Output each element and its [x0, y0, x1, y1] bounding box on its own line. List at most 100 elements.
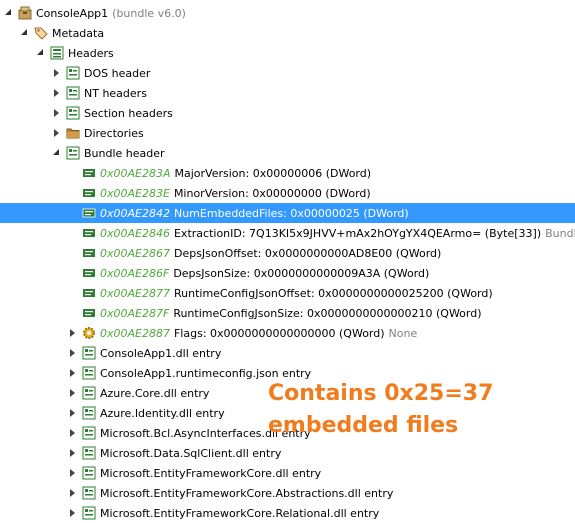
field-text: RuntimeConfigJsonOffset: 0x0000000000025… [173, 286, 493, 300]
collapse-arrow-icon[interactable] [20, 23, 30, 43]
struct-icon [66, 146, 80, 160]
collapse-arrow-icon[interactable] [4, 3, 14, 23]
field-address: 0x00AE286F [100, 266, 170, 280]
field-icon [82, 186, 96, 200]
field-text: MinorVersion: 0x00000000 (DWord) [173, 186, 371, 200]
field-icon [82, 286, 96, 300]
entry-node[interactable]: Microsoft.Data.SqlClient.dll entry [0, 443, 575, 463]
tree-node-directories[interactable]: Directories [0, 123, 575, 143]
expand-arrow-icon[interactable] [68, 403, 78, 423]
field-extraction-id[interactable]: 0x00AE2846 ExtractionID: 7Q13KI5x9JHVV+m… [0, 223, 575, 243]
headers-label: Headers [68, 46, 114, 60]
struct-icon [82, 506, 96, 520]
expand-arrow-icon[interactable] [68, 463, 78, 483]
node-label: Section headers [84, 106, 173, 120]
field-deps-json-offset[interactable]: 0x00AE2867 DepsJsonOffset: 0x0000000000A… [0, 243, 575, 263]
expand-arrow-icon[interactable] [52, 63, 62, 83]
field-minor-version[interactable]: 0x00AE283E MinorVersion: 0x00000000 (DWo… [0, 183, 575, 203]
field-icon [82, 226, 96, 240]
struct-icon [82, 466, 96, 480]
field-runtime-config-offset[interactable]: 0x00AE2877 RuntimeConfigJsonOffset: 0x00… [0, 283, 575, 303]
field-address: 0x00AE2877 [100, 286, 170, 300]
field-text: Flags: 0x0000000000000000 (QWord) [173, 326, 385, 340]
field-address: 0x00AE283A [100, 166, 171, 180]
entry-node[interactable]: Microsoft.EntityFrameworkCore.Relational… [0, 503, 575, 523]
field-text: DepsJsonOffset: 0x0000000000AD8E00 (QWor… [173, 246, 442, 260]
field-text: MajorVersion: 0x00000006 (DWord) [174, 166, 372, 180]
field-address: 0x00AE2887 [100, 326, 170, 340]
expand-arrow-icon[interactable] [68, 503, 78, 523]
node-label: NT headers [84, 86, 147, 100]
field-text: ExtractionID: 7Q13KI5x9JHVV+mAx2hOYgYX4Q… [173, 226, 542, 240]
field-address: 0x00AE287F [100, 306, 170, 320]
field-flags[interactable]: 0x00AE2887 Flags: 0x0000000000000000 (QW… [0, 323, 575, 343]
expand-arrow-icon[interactable] [52, 83, 62, 103]
tree-node-root[interactable]: ConsoleApp1 (bundle v6.0) [0, 3, 575, 23]
field-icon [82, 246, 96, 260]
collapse-arrow-icon[interactable] [52, 143, 62, 163]
folder-icon [66, 126, 80, 140]
metadata-label: Metadata [52, 26, 105, 40]
field-icon [82, 206, 96, 220]
struct-icon [66, 86, 80, 100]
field-major-version[interactable]: 0x00AE283A MajorVersion: 0x00000006 (DWo… [0, 163, 575, 183]
entry-label: Microsoft.Data.SqlClient.dll entry [100, 446, 282, 460]
struct-icon [82, 386, 96, 400]
root-label: ConsoleApp1 [36, 6, 109, 20]
field-deps-json-size[interactable]: 0x00AE286F DepsJsonSize: 0x0000000000009… [0, 263, 575, 283]
field-runtime-config-size[interactable]: 0x00AE287F RuntimeConfigJsonSize: 0x0000… [0, 303, 575, 323]
expand-arrow-icon[interactable] [52, 103, 62, 123]
entry-label: Azure.Core.dll entry [100, 386, 210, 400]
field-text: DepsJsonSize: 0x0000000000009A3A (QWord) [173, 266, 430, 280]
field-extra: Bundle ID [545, 226, 575, 240]
annotation-line-1: Contains 0x25=37 [268, 381, 494, 406]
struct-icon [82, 406, 96, 420]
struct-icon [82, 366, 96, 380]
expand-arrow-icon[interactable] [68, 343, 78, 363]
expand-arrow-icon[interactable] [68, 323, 78, 343]
entry-label: Azure.Identity.dll entry [100, 406, 225, 420]
field-address: 0x00AE2842 [100, 206, 170, 220]
struct-icon [82, 486, 96, 500]
struct-icon [82, 426, 96, 440]
expand-arrow-icon[interactable] [68, 383, 78, 403]
entry-label: Microsoft.EntityFrameworkCore.Relational… [100, 506, 380, 520]
tree-node-bundle-header[interactable]: Bundle header [0, 143, 575, 163]
annotation-line-2: embedded files [268, 413, 459, 438]
headers-icon [50, 46, 64, 60]
field-extra: None [388, 326, 418, 340]
node-label: DOS header [84, 66, 151, 80]
bundle-icon [18, 6, 32, 20]
entry-label: ConsoleApp1.dll entry [100, 346, 222, 360]
tree-node-dos-header[interactable]: DOS header [0, 63, 575, 83]
expand-arrow-icon[interactable] [68, 363, 78, 383]
field-icon [82, 266, 96, 280]
expand-arrow-icon[interactable] [68, 443, 78, 463]
tree-node-section-headers[interactable]: Section headers [0, 103, 575, 123]
entry-node[interactable]: Microsoft.EntityFrameworkCore.dll entry [0, 463, 575, 483]
field-num-embedded-files[interactable]: 0x00AE2842 NumEmbeddedFiles: 0x00000025 … [0, 203, 575, 223]
field-address: 0x00AE283E [100, 186, 170, 200]
expand-arrow-icon[interactable] [68, 423, 78, 443]
struct-icon [66, 106, 80, 120]
collapse-arrow-icon[interactable] [36, 43, 46, 63]
field-text: NumEmbeddedFiles: 0x00000025 (DWord) [173, 206, 409, 220]
field-address: 0x00AE2846 [100, 226, 170, 240]
entry-node[interactable]: Microsoft.EntityFrameworkCore.Abstractio… [0, 483, 575, 503]
entry-label: Microsoft.EntityFrameworkCore.dll entry [100, 466, 322, 480]
tree-node-metadata[interactable]: Metadata [0, 23, 575, 43]
struct-icon [82, 346, 96, 360]
field-icon [82, 166, 96, 180]
tag-icon [34, 26, 48, 40]
tree-node-nt-headers[interactable]: NT headers [0, 83, 575, 103]
struct-icon [66, 66, 80, 80]
tree-node-headers[interactable]: Headers [0, 43, 575, 63]
gear-icon [82, 326, 96, 340]
annotation-callout: Contains 0x25=37 embedded files [268, 378, 493, 442]
node-label: Bundle header [84, 146, 165, 160]
entry-node[interactable]: ConsoleApp1.dll entry [0, 343, 575, 363]
expand-arrow-icon[interactable] [52, 123, 62, 143]
entry-label: Microsoft.EntityFrameworkCore.Abstractio… [100, 486, 394, 500]
root-suffix: (bundle v6.0) [112, 6, 186, 20]
expand-arrow-icon[interactable] [68, 483, 78, 503]
